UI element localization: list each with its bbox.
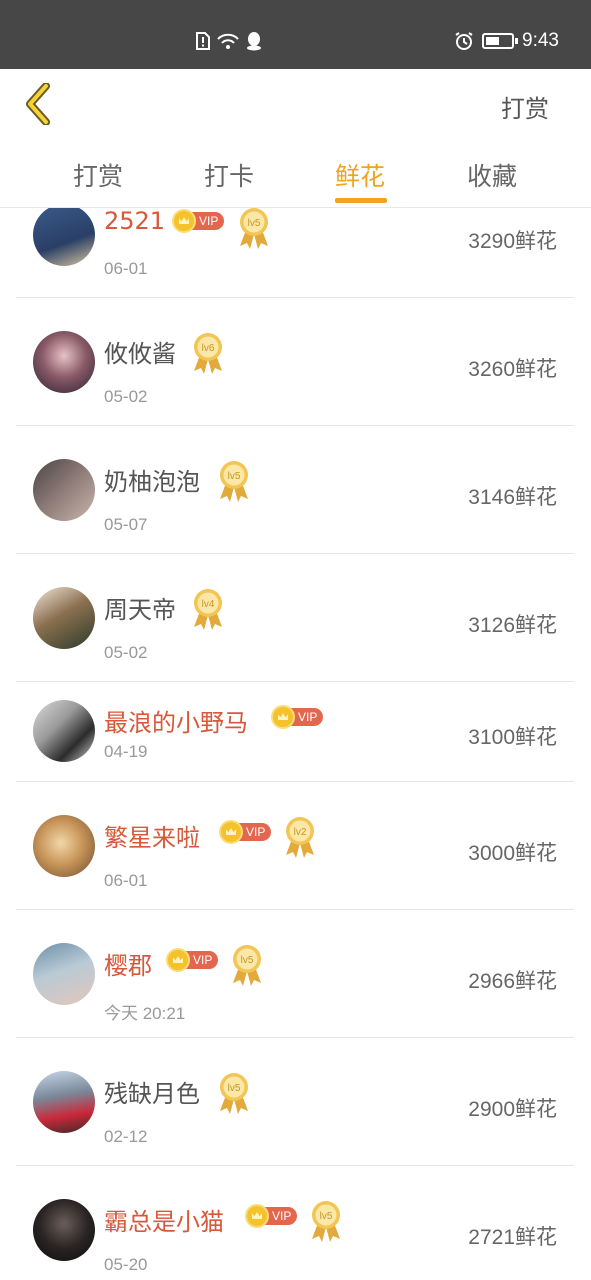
avatar[interactable]	[33, 331, 95, 393]
entry-date: 06-01	[104, 871, 148, 890]
entry-date: 今天 20:21	[104, 1004, 186, 1023]
tab-flowers[interactable]: 鲜花	[335, 157, 385, 193]
level-text: lv5	[228, 471, 241, 482]
user-name: 最浪的小野马	[104, 709, 248, 737]
avatar[interactable]	[33, 1199, 95, 1261]
list-item[interactable]: 霸总是小猫 VIP lv5 05-20 2721鲜花	[16, 1166, 574, 1280]
level-medal-icon: lv4	[194, 589, 222, 630]
level-text: lv5	[241, 955, 254, 966]
flower-count: 2721鲜花	[468, 1226, 557, 1249]
level-medal-icon: lv2	[286, 817, 314, 858]
level-medal-icon: lv5	[220, 1073, 248, 1114]
list-item[interactable]: 最浪的小野马 VIP 04-19 3100鲜花	[16, 682, 574, 782]
level-text: lv6	[202, 343, 215, 354]
avatar[interactable]	[33, 1071, 95, 1133]
list-item[interactable]: 繁星来啦 VIP lv2 06-01 3000鲜花	[16, 782, 574, 910]
level-medal-icon: lv5	[220, 461, 248, 502]
entry-date: 05-02	[104, 387, 148, 406]
app-header: 打赏	[0, 69, 591, 139]
back-arrow-icon[interactable]	[22, 83, 56, 125]
level-medal-icon: lv5	[240, 208, 268, 249]
vip-badge: VIP	[166, 948, 219, 972]
entry-date: 05-07	[104, 515, 148, 534]
vip-badge: VIP	[172, 209, 225, 233]
user-name: 奶柚泡泡	[104, 468, 200, 496]
avatar[interactable]	[33, 815, 95, 877]
crown-icon	[166, 948, 190, 972]
entry-date: 06-01	[104, 259, 148, 278]
flower-count: 3260鲜花	[468, 358, 557, 381]
user-name: 残缺月色	[104, 1080, 200, 1108]
avatar[interactable]	[33, 587, 95, 649]
sim-alert-icon	[196, 32, 210, 50]
wifi-icon	[217, 33, 239, 49]
flower-count: 2966鲜花	[468, 970, 557, 993]
reward-header-button[interactable]: 打赏	[501, 89, 549, 124]
crown-icon	[219, 820, 243, 844]
tab-favorites[interactable]: 收藏	[467, 157, 517, 193]
level-text: lv5	[320, 1211, 333, 1222]
crown-icon	[271, 705, 295, 729]
battery-icon	[482, 33, 519, 49]
list-item[interactable]: 奶柚泡泡 lv5 05-07 3146鲜花	[16, 426, 574, 554]
user-name: 樱郡	[104, 952, 152, 980]
level-text: lv5	[228, 1083, 241, 1094]
vip-badge: VIP	[271, 705, 324, 729]
clock-time: 9:43	[522, 30, 559, 51]
level-medal-icon: lv5	[233, 945, 261, 986]
battery-fill	[486, 37, 500, 45]
avatar[interactable]	[33, 700, 95, 762]
avatar[interactable]	[33, 943, 95, 1005]
crown-icon	[245, 1204, 269, 1228]
vip-badge: VIP	[219, 820, 272, 844]
list-item[interactable]: 残缺月色 lv5 02-12 2900鲜花	[16, 1038, 574, 1166]
user-name: 繁星来啦	[104, 824, 200, 852]
qq-icon	[247, 32, 261, 51]
flower-count: 3000鲜花	[468, 842, 557, 865]
level-medal-icon: lv6	[194, 333, 222, 374]
avatar[interactable]	[33, 459, 95, 521]
active-tab-indicator	[335, 198, 387, 203]
entry-date: 04-19	[104, 742, 148, 761]
avatar[interactable]	[33, 208, 95, 266]
list-item[interactable]: 樱郡 VIP lv5 今天 20:21 2966鲜花	[16, 910, 574, 1038]
flower-ranking-list: 2521 VIP lv5 06-01 3290鲜花 攸攸酱 lv6 05-02 …	[0, 208, 591, 1280]
tab-bar: 打赏 打卡 鲜花 收藏	[0, 139, 591, 208]
crown-icon	[172, 209, 196, 233]
list-item[interactable]: 2521 VIP lv5 06-01 3290鲜花	[16, 208, 574, 298]
entry-date: 05-20	[104, 1255, 148, 1274]
alarm-icon	[455, 32, 473, 50]
flower-count: 2900鲜花	[468, 1098, 557, 1121]
level-text: lv2	[294, 827, 307, 838]
entry-date: 05-02	[104, 643, 148, 662]
user-name: 霸总是小猫	[104, 1208, 224, 1236]
user-name: 周天帝	[104, 596, 176, 624]
tab-reward[interactable]: 打赏	[73, 157, 123, 193]
level-text: lv4	[202, 599, 215, 610]
vip-badge: VIP	[245, 1204, 298, 1228]
user-name: 2521	[104, 208, 166, 235]
status-right: 9:43	[454, 30, 559, 52]
status-bar: 9:43	[0, 0, 591, 69]
level-text: lv5	[248, 218, 261, 229]
flower-count: 3146鲜花	[468, 486, 557, 509]
flower-count: 3100鲜花	[468, 726, 557, 749]
tab-checkin[interactable]: 打卡	[204, 157, 254, 193]
status-icons	[196, 31, 262, 51]
list-item[interactable]: 周天帝 lv4 05-02 3126鲜花	[16, 554, 574, 682]
list-item[interactable]: 攸攸酱 lv6 05-02 3260鲜花	[16, 298, 574, 426]
level-medal-icon: lv5	[312, 1201, 340, 1242]
flower-count: 3290鲜花	[468, 230, 557, 253]
user-name: 攸攸酱	[104, 340, 176, 368]
flower-count: 3126鲜花	[468, 614, 557, 637]
entry-date: 02-12	[104, 1127, 148, 1146]
